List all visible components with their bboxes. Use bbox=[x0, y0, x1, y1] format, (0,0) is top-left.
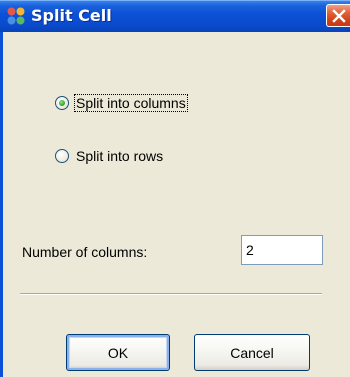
radio-selected-dot bbox=[59, 100, 65, 106]
split-cell-dialog: Split Cell Split into columns Split into… bbox=[0, 0, 350, 377]
number-of-columns-label: Number of columns: bbox=[22, 244, 148, 260]
split-rows-radio[interactable] bbox=[55, 149, 69, 163]
cancel-button[interactable]: Cancel bbox=[194, 334, 310, 371]
split-rows-label[interactable]: Split into rows bbox=[75, 148, 164, 164]
split-columns-option[interactable]: Split into columns bbox=[55, 93, 188, 113]
close-icon bbox=[332, 9, 346, 23]
number-of-columns-input[interactable] bbox=[241, 235, 323, 265]
separator bbox=[20, 293, 322, 295]
puzzle-icon bbox=[7, 7, 25, 25]
ok-button[interactable]: OK bbox=[66, 334, 170, 371]
split-columns-radio[interactable] bbox=[55, 96, 69, 110]
close-button[interactable] bbox=[326, 4, 350, 27]
dialog-body: Split into columns Split into rows Numbe… bbox=[0, 32, 350, 377]
split-rows-option[interactable]: Split into rows bbox=[55, 146, 164, 166]
split-columns-label[interactable]: Split into columns bbox=[74, 94, 188, 112]
title-bar[interactable]: Split Cell bbox=[0, 0, 350, 32]
dialog-title: Split Cell bbox=[31, 6, 112, 25]
